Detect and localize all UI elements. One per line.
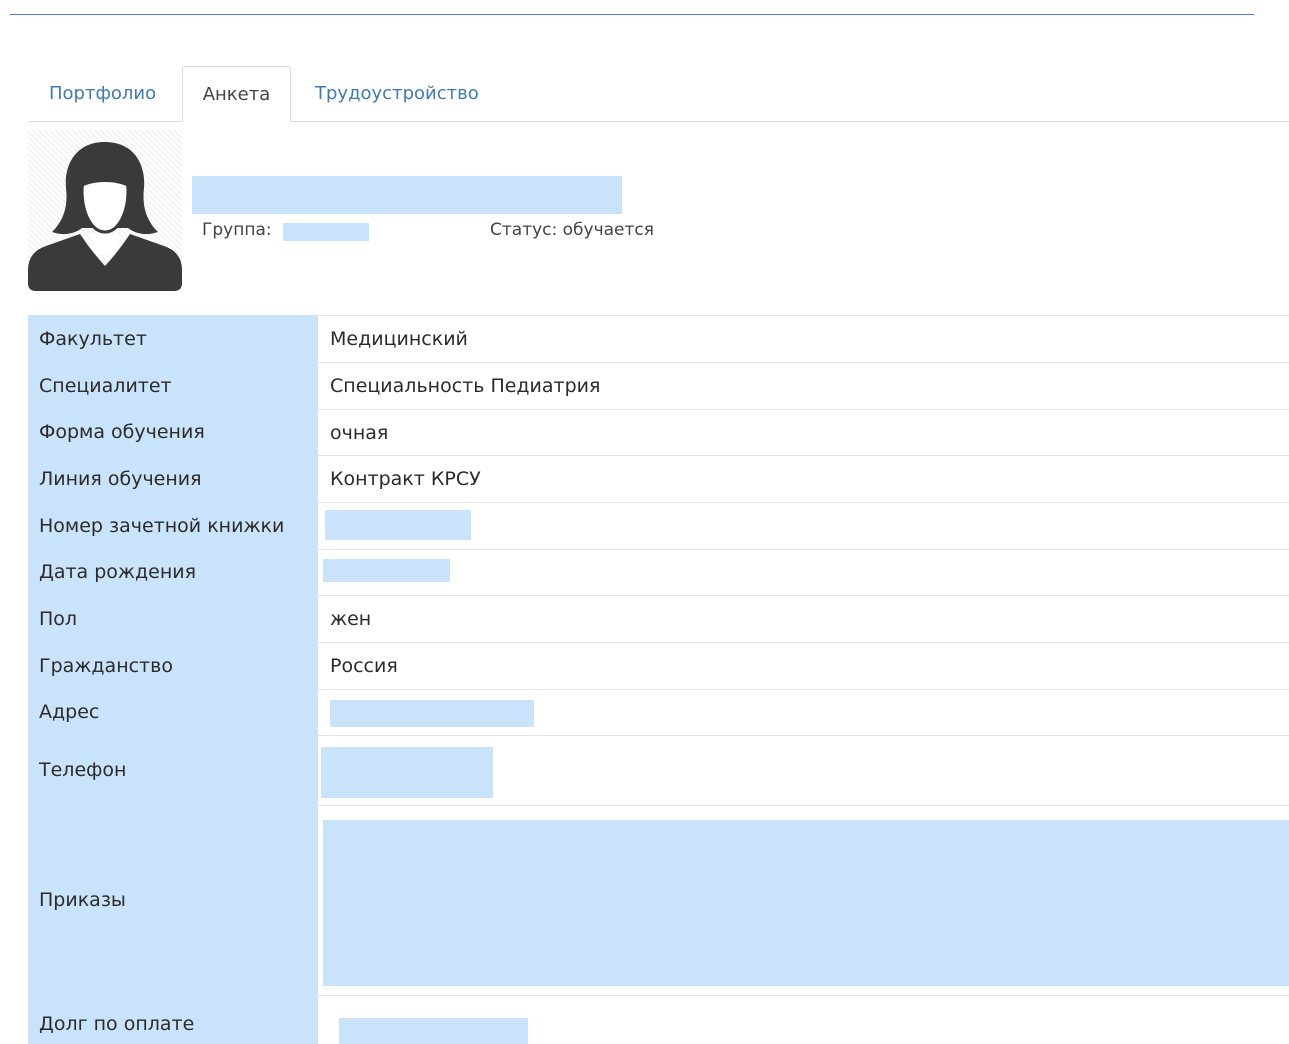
orders-redacted bbox=[323, 820, 1289, 986]
birth-date-value bbox=[318, 549, 1289, 595]
address-label: Адрес bbox=[28, 689, 318, 735]
gender-label: Пол bbox=[28, 595, 318, 642]
table-row: Номер зачетной книжки bbox=[28, 502, 1289, 549]
table-row: Факультет Медицинский bbox=[28, 315, 1289, 362]
faculty-value: Медицинский bbox=[318, 315, 1289, 362]
study-form-label: Форма обучения bbox=[28, 409, 318, 455]
table-row: Форма обучения очная bbox=[28, 409, 1289, 455]
faculty-label: Факультет bbox=[28, 315, 318, 362]
address-redacted bbox=[330, 700, 534, 727]
birth-date-redacted bbox=[323, 559, 450, 582]
group-value-redacted bbox=[283, 223, 369, 241]
gender-value: жен bbox=[318, 595, 1289, 642]
study-line-label: Линия обучения bbox=[28, 455, 318, 502]
study-line-value: Контракт КРСУ bbox=[318, 455, 1289, 502]
record-book-label: Номер зачетной книжки bbox=[28, 502, 318, 549]
table-row: Специалитет Специальность Педиатрия bbox=[28, 362, 1289, 409]
orders-label: Приказы bbox=[28, 805, 318, 995]
group-label: Группа: bbox=[202, 220, 272, 240]
female-user-silhouette-icon bbox=[28, 142, 182, 291]
tab-anketa[interactable]: Анкета bbox=[182, 66, 291, 122]
avatar bbox=[28, 130, 182, 291]
table-row: Приказы bbox=[28, 805, 1289, 995]
table-row: Пол жен bbox=[28, 595, 1289, 642]
payment-debt-label: Долг по оплате bbox=[28, 995, 318, 1044]
table-row: Дата рождения bbox=[28, 549, 1289, 595]
top-divider bbox=[10, 14, 1254, 15]
phone-label: Телефон bbox=[28, 735, 318, 805]
payment-debt-redacted bbox=[339, 1018, 528, 1044]
citizenship-label: Гражданство bbox=[28, 642, 318, 689]
specialty-label: Специалитет bbox=[28, 362, 318, 409]
student-name-redacted bbox=[192, 176, 622, 214]
table-row: Телефон bbox=[28, 735, 1289, 805]
phone-redacted bbox=[321, 747, 493, 798]
tab-employment[interactable]: Трудоустройство bbox=[295, 66, 499, 121]
specialty-value: Специальность Педиатрия bbox=[318, 362, 1289, 409]
table-row: Гражданство Россия bbox=[28, 642, 1289, 689]
record-book-redacted bbox=[325, 510, 471, 540]
tab-portfolio[interactable]: Портфолио bbox=[29, 66, 176, 121]
citizenship-value: Россия bbox=[318, 642, 1289, 689]
table-row: Линия обучения Контракт КРСУ bbox=[28, 455, 1289, 502]
table-row: Адрес bbox=[28, 689, 1289, 735]
birth-date-label: Дата рождения bbox=[28, 549, 318, 595]
study-form-value: очная bbox=[318, 409, 1289, 455]
table-row: Долг по оплате bbox=[28, 995, 1289, 1044]
status-label: Статус: обучается bbox=[490, 220, 654, 240]
profile-tabs: Портфолио Анкета Трудоустройство bbox=[28, 66, 1289, 122]
